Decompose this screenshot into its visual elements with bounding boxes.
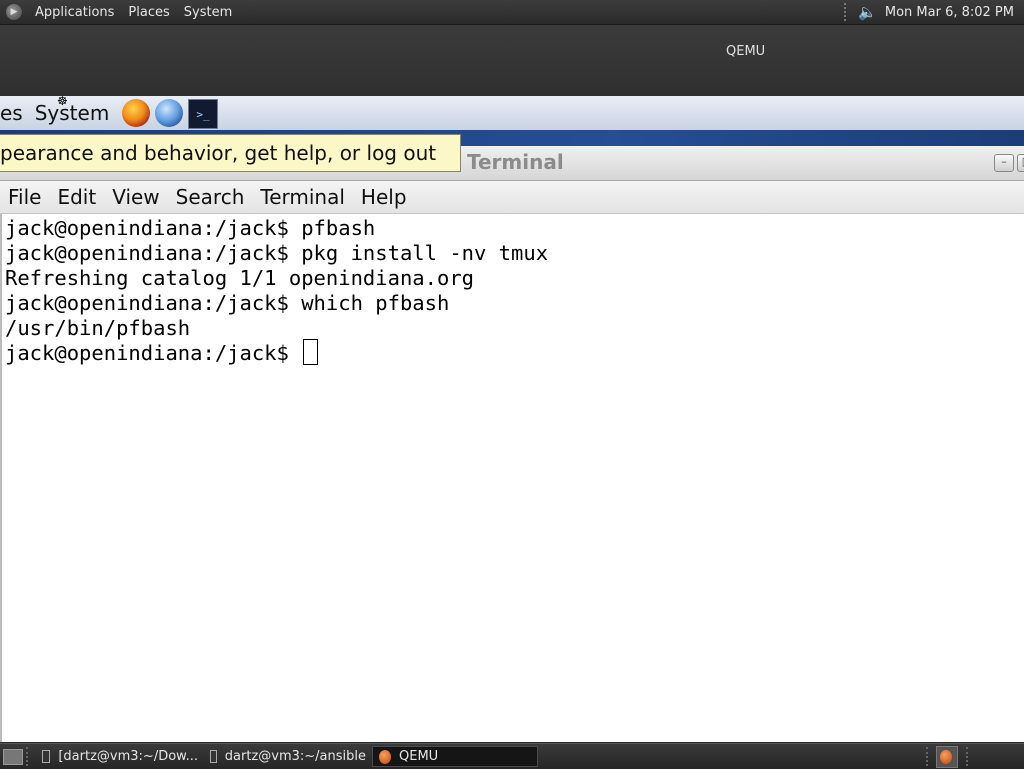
- clock[interactable]: Mon Mar 6, 8:02 PM: [885, 5, 1014, 20]
- show-desktop-icon[interactable]: [3, 749, 23, 765]
- workspace-qemu-icon[interactable]: [936, 746, 958, 768]
- taskbar-item-label: [dartz@vm3:~/Dow...: [58, 749, 198, 764]
- terminal-line: jack@openindiana:/jack$ pfbash: [5, 216, 376, 240]
- guest-system-menu[interactable]: System: [35, 101, 110, 125]
- mouse-pointer-icon: ☸: [57, 94, 68, 108]
- tooltip: pearance and behavior, get help, or log …: [0, 134, 461, 172]
- terminal-prompt-line: jack@openindiana:/jack$: [5, 339, 319, 367]
- minimize-button[interactable]: –: [994, 154, 1014, 172]
- panel-grip: [844, 3, 850, 21]
- guest-places-menu[interactable]: es: [0, 101, 23, 125]
- qemu-icon: [379, 749, 391, 764]
- taskbar-separator: [926, 747, 930, 766]
- guest-top-panel: es System >_: [0, 96, 1024, 131]
- taskbar-item-label: dartz@vm3:~/ansible: [224, 749, 366, 764]
- terminal-line: /usr/bin/pfbash: [5, 316, 191, 340]
- menu-terminal[interactable]: Terminal: [252, 185, 353, 209]
- host-tray: 🔈 Mon Mar 6, 8:02 PM: [844, 0, 1014, 24]
- terminal-line: jack@openindiana:/jack$ which pfbash: [5, 291, 450, 315]
- qemu-window-title: QEMU: [726, 44, 766, 59]
- maximize-button[interactable]: □: [1017, 154, 1024, 172]
- thunderbird-icon[interactable]: [155, 99, 183, 127]
- terminal-line: jack@openindiana:/jack$ pkg install -nv …: [5, 241, 549, 265]
- volume-icon[interactable]: 🔈: [858, 3, 877, 21]
- firefox-icon[interactable]: [122, 99, 150, 127]
- terminal-line: Refreshing catalog 1/1 openindiana.org: [5, 266, 474, 290]
- terminal-window-title: Terminal: [467, 150, 564, 174]
- menu-edit[interactable]: Edit: [49, 185, 104, 209]
- taskbar-item-qemu[interactable]: QEMU: [372, 746, 538, 767]
- terminal-output[interactable]: jack@openindiana:/jack$ pfbash jack@open…: [0, 214, 1024, 742]
- terminal-menubar: File Edit View Search Terminal Help: [0, 181, 1024, 214]
- taskbar-item-label: QEMU: [399, 749, 439, 764]
- taskbar-item-ansible[interactable]: dartz@vm3:~/ansible: [204, 746, 372, 767]
- taskbar-separator: [966, 747, 970, 766]
- system-menu[interactable]: System: [177, 5, 239, 20]
- host-menu-bar: ▶ Applications Places System: [6, 0, 239, 24]
- applications-menu[interactable]: Applications: [28, 5, 121, 20]
- taskbar-separator: [26, 747, 30, 766]
- taskbar-item-downloads[interactable]: [dartz@vm3:~/Dow...: [36, 746, 204, 767]
- distro-logo-icon[interactable]: ▶: [6, 4, 22, 20]
- menu-search[interactable]: Search: [168, 185, 253, 209]
- text-cursor: [303, 339, 319, 365]
- terminal-icon[interactable]: >_: [188, 99, 218, 129]
- menu-file[interactable]: File: [0, 185, 49, 209]
- host-taskbar: [dartz@vm3:~/Dow... dartz@vm3:~/ansible …: [0, 743, 1024, 769]
- terminal-icon: [210, 750, 217, 763]
- menu-help[interactable]: Help: [353, 185, 415, 209]
- qemu-window-titlebar[interactable]: QEMU: [0, 25, 1024, 96]
- terminal-prompt: jack@openindiana:/jack$: [5, 341, 302, 365]
- menu-view[interactable]: View: [104, 185, 167, 209]
- terminal-icon: [42, 750, 51, 763]
- host-top-panel: ▶ Applications Places System 🔈 Mon Mar 6…: [0, 0, 1024, 25]
- places-menu[interactable]: Places: [121, 5, 176, 20]
